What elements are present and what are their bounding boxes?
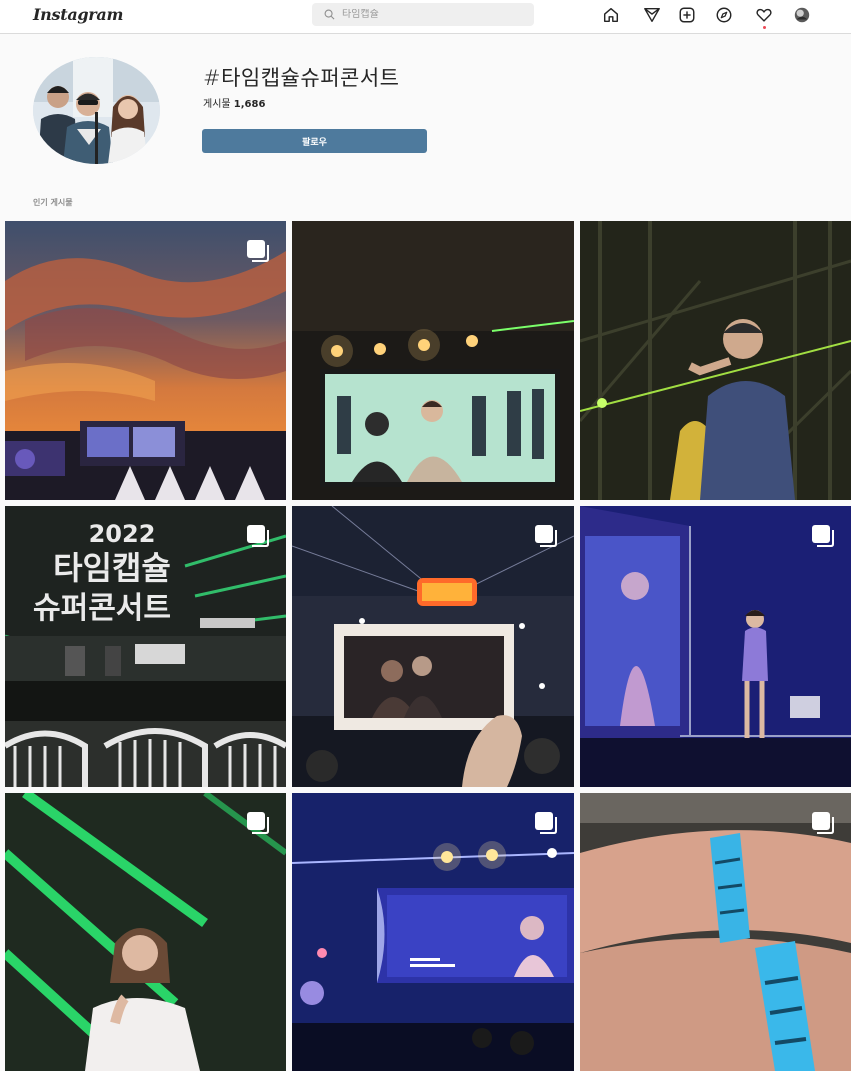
multi-photo-icon [246, 239, 272, 265]
follow-button[interactable]: 팔로우 [202, 129, 427, 153]
photo-card-photo [292, 506, 574, 787]
post-count-value: 1,686 [233, 99, 266, 110]
multi-photo-icon [811, 524, 837, 550]
post-tile-4[interactable]: 2022 타임캡슐 슈퍼콘서트 [5, 506, 286, 787]
singer-green-photo [5, 793, 286, 1071]
top-nav-bar: Instagram [0, 0, 851, 34]
direct-icon[interactable] [642, 5, 662, 25]
screen-duo-photo [292, 221, 574, 500]
banner-line-1: 2022 [89, 520, 156, 548]
activity-heart-icon[interactable] [754, 5, 774, 25]
multi-photo-icon [246, 811, 272, 837]
screen-blue-photo [292, 793, 574, 1071]
post-tile-2[interactable] [292, 221, 574, 500]
post-tile-3[interactable] [580, 221, 851, 500]
hashtag-title: #타임캡슐슈퍼콘서트 [203, 66, 400, 90]
banner-line-3: 슈퍼콘서트 [33, 591, 171, 626]
hashtag-avatar [33, 57, 160, 164]
post-tile-1[interactable] [5, 221, 286, 500]
sunset-stage-photo [5, 221, 286, 500]
multi-photo-icon [246, 524, 272, 550]
multi-photo-icon [811, 811, 837, 837]
post-tile-8[interactable] [292, 793, 574, 1071]
notification-dot [763, 26, 766, 29]
explore-icon[interactable] [714, 5, 734, 25]
post-tile-9[interactable] [580, 793, 851, 1071]
new-post-icon[interactable] [677, 5, 697, 25]
banner-line-2: 타임캡슐 [53, 549, 171, 587]
post-count: 게시물 1,686 [203, 95, 265, 110]
post-tile-6[interactable] [580, 506, 851, 787]
post-tile-7[interactable] [5, 793, 286, 1071]
profile-avatar-icon[interactable] [792, 5, 812, 25]
singer-laser-photo [580, 221, 851, 500]
top-posts-label: 인기 게시물 [33, 198, 73, 207]
stage-banner-photo: 2022 타임캡슐 슈퍼콘서트 [5, 506, 286, 787]
home-icon[interactable] [601, 5, 621, 25]
post-grid: 2022 타임캡슐 슈퍼콘서트 [5, 221, 851, 1071]
post-tile-5[interactable] [292, 506, 574, 787]
nav-icon-group [0, 5, 851, 27]
post-count-label: 게시물 [203, 99, 231, 110]
multi-photo-icon [534, 524, 560, 550]
multi-photo-icon [534, 811, 560, 837]
